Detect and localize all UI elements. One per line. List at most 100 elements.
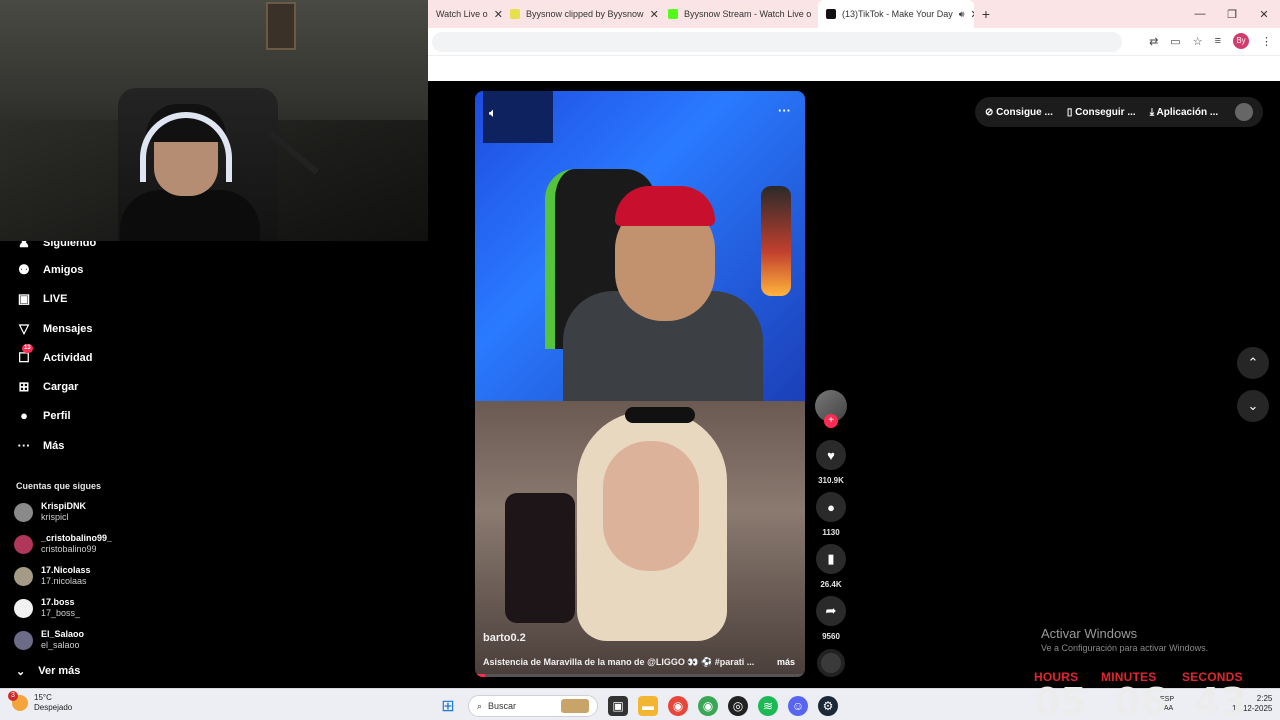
close-icon[interactable]: ✕ (494, 8, 502, 21)
account-handle: cristobalino99 (41, 544, 97, 554)
tab-label: Byysnow Stream - Watch Live o (684, 9, 812, 19)
video-top-half (475, 91, 805, 411)
chrome-profile-icon[interactable]: ◉ (698, 696, 718, 716)
sidebar-item-live[interactable]: ▣ LIVE (16, 291, 68, 307)
watermark-title: Activar Windows (1041, 626, 1138, 641)
avatar (14, 598, 33, 618)
cast-icon[interactable]: ▭ (1170, 35, 1180, 48)
sidebar-item-activity[interactable]: ☐ 13 Actividad (16, 344, 93, 366)
weather-widget[interactable]: 3 15°C Despejado (8, 691, 72, 713)
close-window-icon[interactable]: ✕ (1248, 8, 1280, 21)
obs-icon[interactable]: ◎ (728, 696, 748, 716)
woman-face (603, 441, 699, 571)
caption-more-button[interactable]: más (777, 657, 795, 667)
friends-icon: ⚉ (18, 262, 30, 277)
get-app-button[interactable]: ▯ Conseguir ... (1067, 107, 1136, 118)
next-video-button[interactable]: ⌄ (1237, 390, 1269, 422)
toolbar-icons: ⇄ ▭ ☆ ≡ By ⋮ (1149, 33, 1272, 49)
windows-start-icon[interactable]: ⊞ (438, 696, 458, 716)
chrome-icon[interactable]: ◉ (668, 696, 688, 716)
spotify-icon[interactable]: ≋ (758, 696, 778, 716)
sidebar-item-messages[interactable]: ▽ Mensajes (16, 321, 93, 337)
download-app-button[interactable]: ⤓ Aplicación ... (1150, 107, 1219, 118)
sidebar-item-upload[interactable]: ⊞ Cargar (16, 379, 79, 395)
followed-account[interactable]: El_Salaoo el_salaoo (14, 629, 84, 651)
heart-icon[interactable]: ♥ (816, 440, 846, 470)
share-action[interactable]: ➦ 9560 (815, 596, 847, 641)
followed-account[interactable]: 17.Nicolass 17.nicolaas (14, 565, 91, 587)
steam-icon[interactable]: ⚙ (818, 696, 838, 716)
bookmark-icon[interactable]: ▮ (816, 544, 846, 574)
user-avatar[interactable] (1235, 103, 1253, 121)
search-highlight-icon (561, 699, 589, 713)
sidebar-item-friends[interactable]: ⚉ Amigos (16, 262, 83, 278)
minimize-icon[interactable]: — (1184, 8, 1216, 21)
account-name: KrispiDNK (41, 501, 87, 511)
video-progress-bar[interactable] (475, 674, 805, 677)
chevron-down-icon: ⌄ (16, 666, 26, 678)
screen: Watch Live o ✕ Byysnow clipped by Byysno… (0, 0, 1280, 720)
wall-frame (266, 2, 296, 50)
sidebar-item-more[interactable]: ··· Más (16, 438, 65, 453)
followed-account[interactable]: 17.boss 17_boss_ (14, 597, 80, 619)
followed-account[interactable]: _cristobalino99_ cristobalino99 (14, 533, 112, 555)
sidebar-item-label: LIVE (43, 293, 68, 305)
comment-action[interactable]: ● 1130 (815, 492, 847, 537)
video-player[interactable]: 🔈︎ ··· barto0.2 Asistencia de Maravilla … (475, 91, 805, 677)
account-name: El_Salaoo (41, 629, 85, 639)
share-icon[interactable]: ➦ (816, 596, 846, 626)
translate-icon[interactable]: ⇄ (1149, 35, 1158, 48)
comment-icon[interactable]: ● (816, 492, 846, 522)
tab-label: Watch Live o (436, 9, 488, 19)
avatar (14, 534, 33, 554)
notification-badge: 13 (22, 344, 33, 353)
sidebar-item-label: Cargar (43, 381, 79, 393)
kebab-menu-icon[interactable]: ⋮ (1261, 35, 1272, 48)
profile-avatar[interactable]: By (1233, 33, 1249, 49)
followed-account[interactable]: KrispiDNK krispicl (14, 501, 86, 523)
progress-fill (475, 674, 485, 677)
file-explorer-icon[interactable]: ▬ (638, 696, 658, 716)
window-controls: — ❐ ✕ (1184, 8, 1280, 21)
tab-clip[interactable]: Byysnow clipped by Byysnow ✕ (502, 0, 660, 28)
following-section-title: Cuentas que sigues (16, 481, 102, 491)
reading-list-icon[interactable]: ≡ (1215, 35, 1221, 47)
activate-windows-watermark: Activar Windows Ve a Configuración para … (1041, 626, 1208, 653)
creator-avatar[interactable]: + (815, 390, 847, 428)
speaker-icon[interactable]: 🔊︎ (959, 9, 965, 20)
avatar (14, 502, 33, 522)
like-count: 310.9K (818, 476, 844, 485)
phone (505, 493, 575, 623)
tab-tiktok[interactable]: (13)TikTok - Make Your Day 🔊︎ ✕ (818, 0, 974, 28)
tab-kick-live[interactable]: Watch Live o ✕ (428, 0, 502, 28)
like-action[interactable]: ♥ 310.9K (815, 440, 847, 485)
see-more-button[interactable]: ⌄ Ver más (16, 665, 80, 678)
comment-count: 1130 (822, 528, 840, 537)
volume-icon[interactable]: 🔈︎ (489, 105, 497, 121)
sidebar-item-label: Mensajes (43, 323, 93, 335)
restore-icon[interactable]: ❐ (1216, 8, 1248, 21)
coins-button[interactable]: ⊘ Consigue ... (985, 107, 1053, 118)
video-author[interactable]: barto0.2 (483, 632, 526, 644)
video-caption: Asistencia de Maravilla de la mano de @L… (483, 657, 755, 667)
tab-kick-stream[interactable]: Byysnow Stream - Watch Live o ✕ (660, 0, 818, 28)
sidebar-item-profile[interactable]: ● Perfil (16, 408, 71, 423)
more-options-icon[interactable]: ··· (778, 103, 791, 118)
close-icon[interactable]: ✕ (650, 8, 659, 21)
taskbar-search[interactable]: ⌕ Buscar (468, 695, 598, 717)
task-view-icon[interactable]: ▣ (608, 696, 628, 716)
tab-label: (13)TikTok - Make Your Day (842, 9, 953, 19)
new-tab-button[interactable]: + (974, 6, 998, 22)
music-disc-icon[interactable] (817, 649, 845, 677)
bookmark-star-icon[interactable]: ☆ (1193, 35, 1203, 48)
previous-video-button[interactable]: ⌃ (1237, 347, 1269, 379)
lava-lamp (761, 186, 791, 296)
url-field[interactable] (432, 32, 1122, 52)
sidebar-item-label: Perfil (43, 409, 71, 422)
discord-icon[interactable]: ☺ (788, 696, 808, 716)
kick-icon (668, 9, 678, 19)
save-action[interactable]: ▮ 26.4K (815, 544, 847, 589)
search-placeholder: Buscar (488, 701, 517, 711)
follow-plus-icon[interactable]: + (824, 414, 838, 428)
messages-icon: ▽ (19, 321, 29, 336)
